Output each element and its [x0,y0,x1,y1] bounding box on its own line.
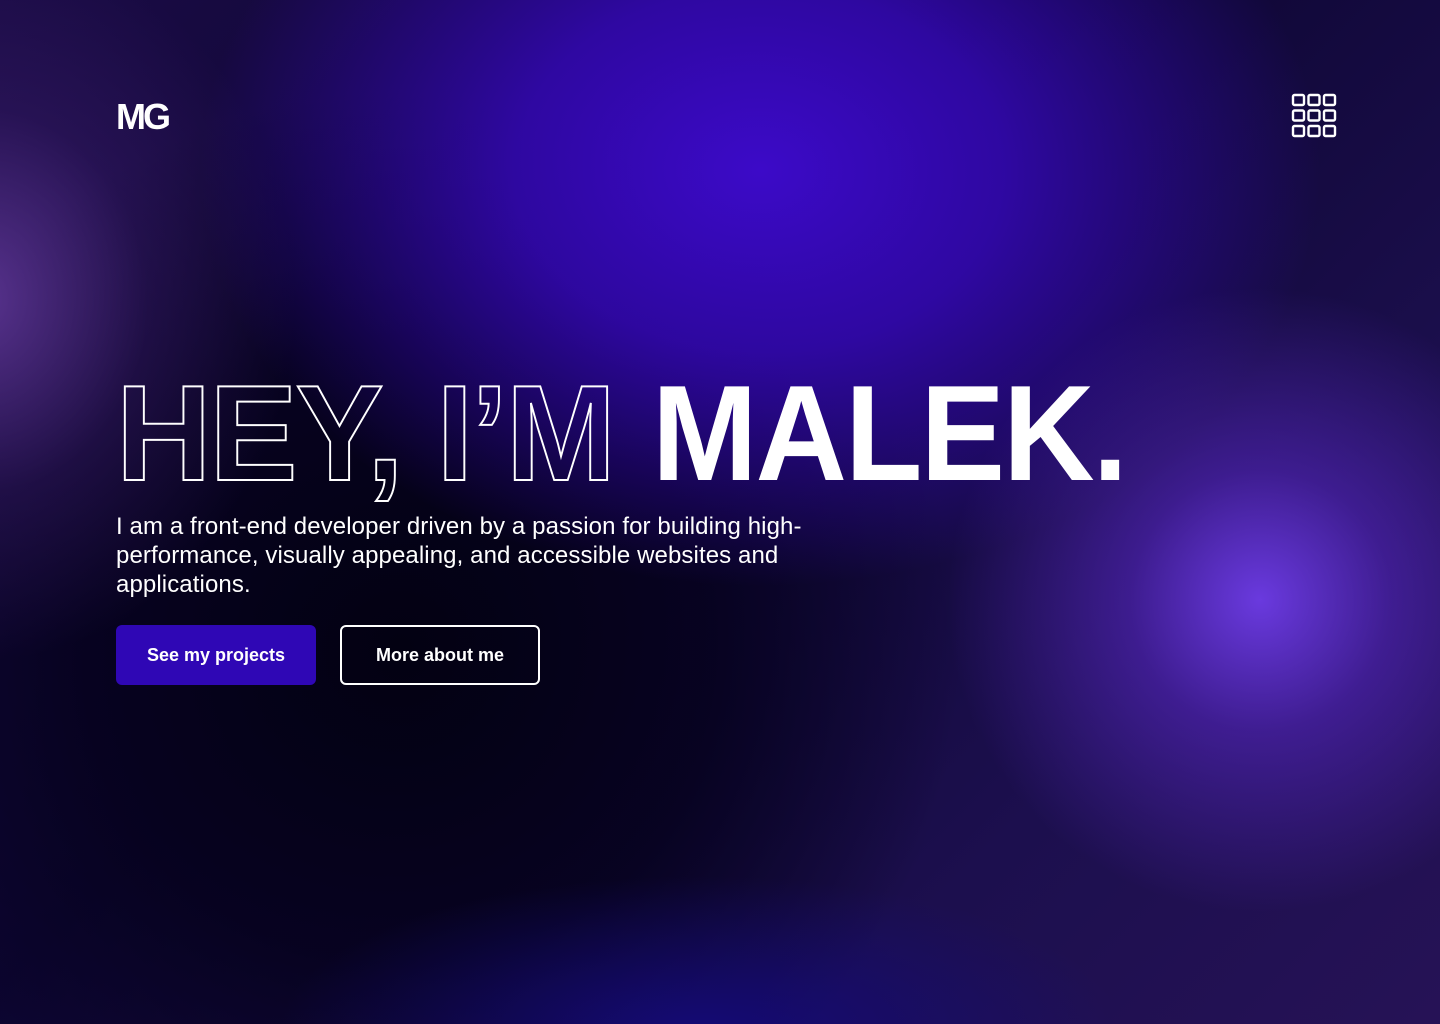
logo-text: MG [116,98,169,132]
headline-greeting: HEY, I’M [116,357,614,509]
hero-headline: HEY, I’M MALEK. [115,356,1216,510]
grid-menu-icon [1291,93,1337,138]
logo-mark: MG [116,96,172,137]
headline-svg: HEY, I’M MALEK. [115,356,1128,510]
headline-name: MALEK. [652,357,1126,509]
see-projects-button[interactable]: See my projects [116,625,316,685]
menu-button[interactable] [1290,92,1338,140]
logo[interactable]: MG [116,96,172,137]
intro-paragraph: I am a front-end developer driven by a p… [116,513,802,598]
about-me-button[interactable]: More about me [340,625,540,685]
hero-section: HEY, I’M MALEK. [115,356,1316,510]
